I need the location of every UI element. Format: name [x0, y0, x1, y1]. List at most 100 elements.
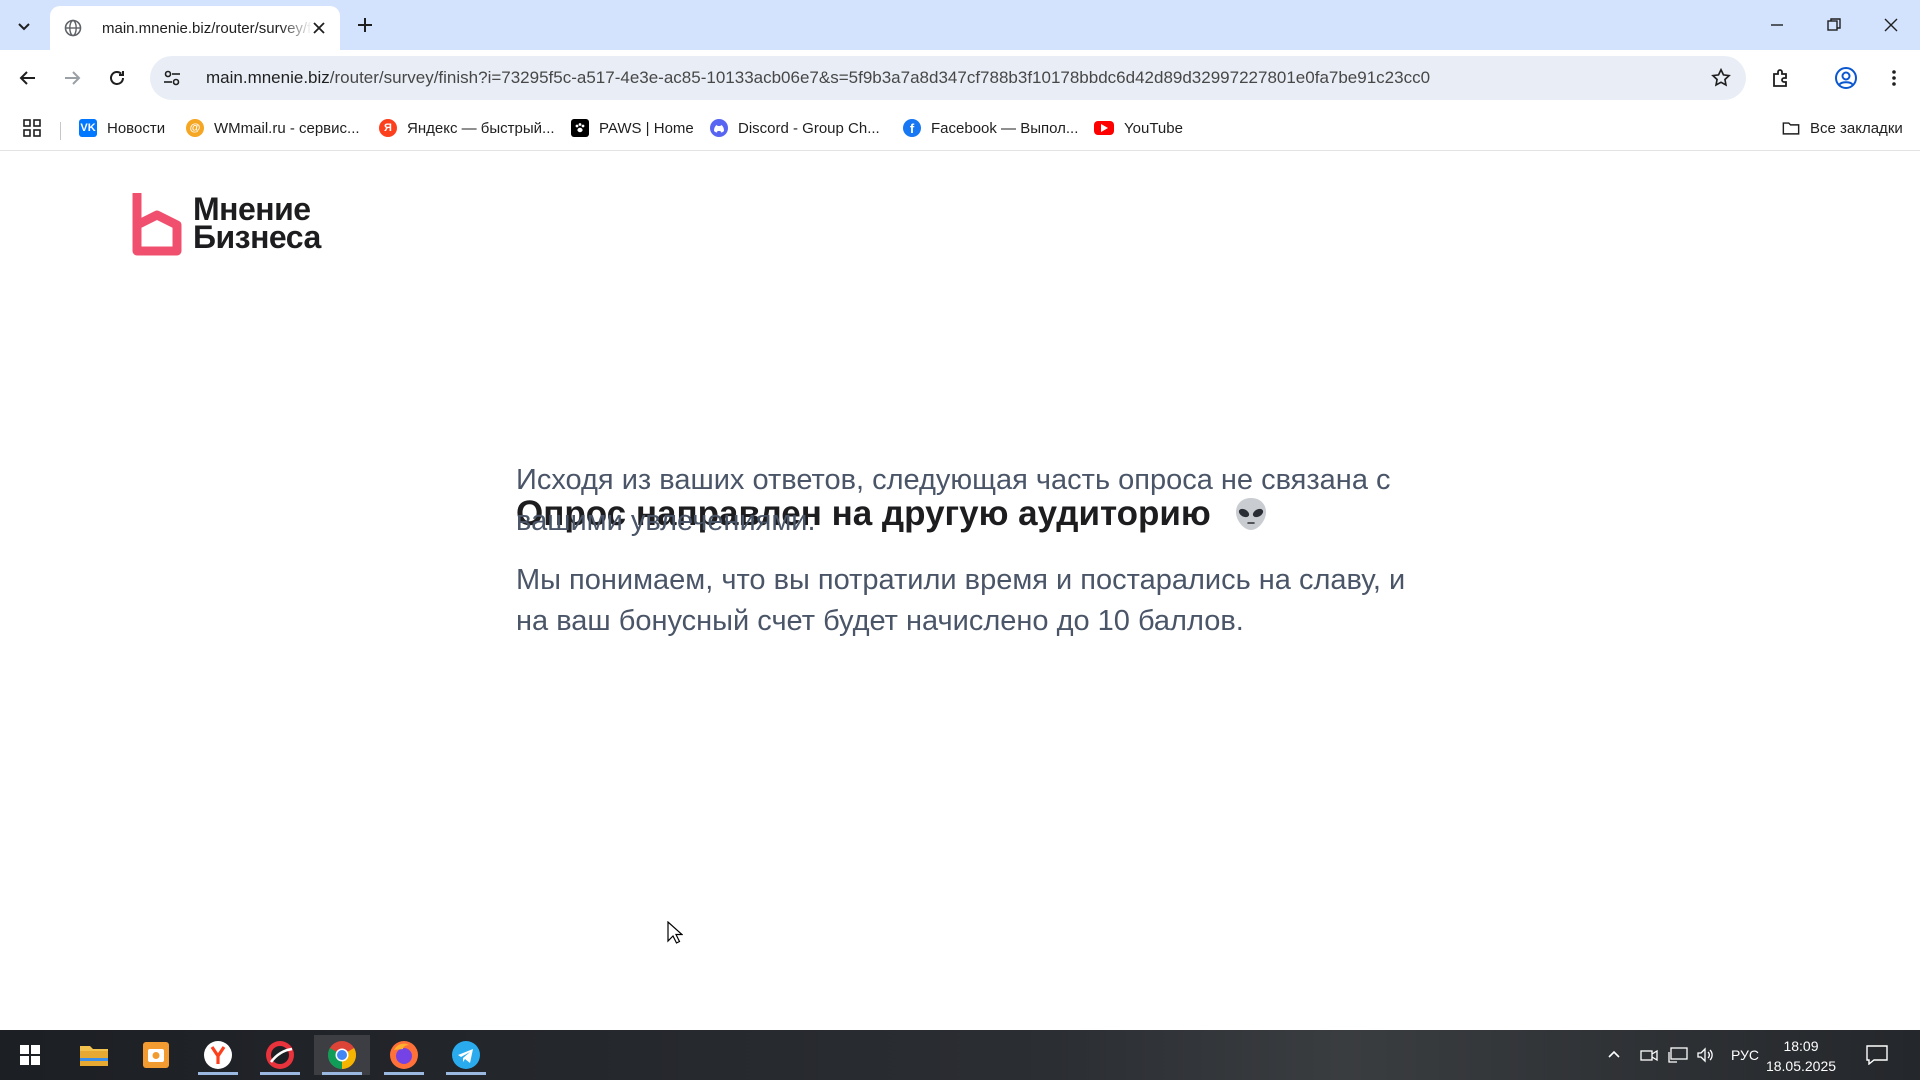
globe-icon — [64, 19, 82, 37]
tab-active[interactable]: main.mnenie.biz/router/survey/finish — [50, 6, 340, 50]
running-indicator — [446, 1072, 486, 1075]
mouse-cursor-icon — [667, 921, 683, 944]
profile-button[interactable] — [1832, 64, 1860, 92]
taskbar-telegram[interactable] — [438, 1035, 494, 1075]
url-text: main.mnenie.biz/router/survey/finish?i=7… — [206, 68, 1430, 88]
bookmark-vk[interactable]: VK Новости — [79, 116, 165, 140]
app-icon — [266, 1041, 294, 1069]
tab-search-button[interactable] — [8, 10, 40, 42]
apps-grid-icon — [23, 119, 41, 137]
running-indicator — [260, 1072, 300, 1075]
kebab-menu-icon — [1892, 70, 1896, 86]
bookmark-youtube[interactable]: YouTube — [1094, 116, 1183, 140]
plus-icon — [358, 18, 372, 32]
telegram-icon — [452, 1041, 480, 1069]
bookmark-discord[interactable]: Discord - Group Ch... — [710, 116, 880, 140]
tray-volume[interactable] — [1696, 1030, 1716, 1080]
tray-network[interactable] — [1668, 1030, 1688, 1080]
taskbar-file-explorer[interactable] — [66, 1035, 122, 1075]
forward-button[interactable] — [58, 64, 86, 92]
vk-icon: VK — [79, 119, 97, 137]
arrow-left-icon — [19, 71, 35, 85]
bookmark-wmmail[interactable]: @ WMmail.ru - сервис... — [186, 116, 360, 140]
youtube-icon — [1094, 121, 1114, 135]
camera-icon — [143, 1042, 169, 1068]
arrow-right-icon — [65, 71, 81, 85]
bookmark-label: Новости — [107, 119, 166, 137]
taskbar: РУС 18:09 18.05.2025 — [0, 1030, 1920, 1080]
logo[interactable]: Мнение Бизнеса — [127, 189, 321, 257]
start-button[interactable] — [2, 1035, 58, 1075]
account-icon — [1835, 67, 1857, 89]
windows-icon — [20, 1045, 40, 1065]
url-path: /router/survey/finish?i=73295f5c-a517-4e… — [329, 68, 1431, 87]
show-hidden-icons-button[interactable] — [1606, 1030, 1622, 1080]
reload-icon — [110, 71, 124, 85]
taskbar-opera[interactable] — [252, 1035, 308, 1075]
all-bookmarks-label: Все закладки — [1810, 119, 1903, 137]
speaker-icon — [1697, 1047, 1713, 1063]
minimize-icon — [1771, 24, 1783, 26]
firefox-icon — [390, 1041, 418, 1069]
tab-strip: main.mnenie.biz/router/survey/finish — [0, 0, 1920, 50]
address-bar[interactable]: main.mnenie.biz/router/survey/finish?i=7… — [150, 56, 1746, 100]
extensions-button[interactable] — [1767, 64, 1795, 92]
clock-date: 18.05.2025 — [1765, 1058, 1837, 1074]
description-paragraph-2: Мы понимаем, что вы потратили время и по… — [516, 564, 1406, 637]
tray-language[interactable]: РУС — [1731, 1030, 1759, 1080]
chrome-icon — [328, 1041, 356, 1069]
bookmark-label: YouTube — [1124, 119, 1183, 137]
taskbar-yandex-browser[interactable] — [190, 1035, 246, 1075]
bookmark-label: Facebook — Выпол... — [931, 119, 1079, 137]
paws-icon — [571, 119, 589, 137]
taskbar-chrome[interactable] — [314, 1035, 370, 1075]
bookmark-label: Яндекс — быстрый... — [407, 119, 555, 137]
new-tab-button[interactable] — [353, 13, 377, 37]
notifications-button[interactable] — [1866, 1030, 1888, 1080]
bookmark-label: Discord - Group Ch... — [738, 119, 880, 137]
notification-icon — [1866, 1045, 1888, 1065]
tray-meet-now[interactable] — [1640, 1030, 1658, 1080]
bookmark-label: PAWS | Home — [599, 119, 694, 137]
taskbar-screenshot-app[interactable] — [128, 1035, 184, 1075]
description-paragraph-1: Исходя из ваших ответов, следующая часть… — [516, 464, 1391, 537]
logo-text: Мнение Бизнеса — [193, 193, 321, 253]
reload-button[interactable] — [103, 64, 131, 92]
page-content: Мнение Бизнеса Опрос направлен на другую… — [0, 151, 1920, 1030]
apps-button[interactable] — [22, 116, 42, 140]
restore-icon — [1827, 18, 1841, 31]
running-indicator — [384, 1072, 424, 1075]
running-indicator — [322, 1072, 362, 1075]
puzzle-icon — [1773, 69, 1787, 87]
running-indicator — [198, 1072, 238, 1075]
bookmark-label: WMmail.ru - сервис... — [214, 119, 360, 137]
logo-mark-icon — [132, 193, 182, 256]
yandex-browser-icon — [204, 1041, 232, 1069]
close-icon[interactable] — [310, 19, 328, 37]
bookmark-paws[interactable]: PAWS | Home — [571, 116, 694, 140]
yandex-icon: Я — [379, 119, 397, 137]
back-button[interactable] — [14, 64, 42, 92]
camera-icon — [1640, 1049, 1658, 1062]
clock-time: 18:09 — [1783, 1038, 1819, 1054]
menu-button[interactable] — [1880, 64, 1908, 92]
folder-icon — [80, 1046, 108, 1066]
browser-toolbar: main.mnenie.biz/router/survey/finish?i=7… — [0, 50, 1920, 106]
discord-icon — [710, 119, 728, 137]
chevron-down-icon — [18, 23, 30, 31]
bookmarks-divider — [60, 122, 61, 140]
network-icon — [1668, 1047, 1688, 1063]
all-bookmarks-button[interactable]: Все закладки — [1782, 116, 1903, 140]
facebook-icon: f — [903, 119, 921, 137]
folder-icon — [1782, 119, 1800, 137]
site-settings-icon[interactable] — [162, 68, 182, 88]
restore-button[interactable] — [1821, 12, 1847, 38]
chevron-up-icon — [1608, 1050, 1620, 1058]
bookmark-yandex[interactable]: Я Яндекс — быстрый... — [379, 116, 555, 140]
close-window-button[interactable] — [1878, 12, 1904, 38]
tray-clock[interactable]: 18:09 18.05.2025 — [1756, 1036, 1846, 1076]
taskbar-firefox[interactable] — [376, 1035, 432, 1075]
bookmark-facebook[interactable]: f Facebook — Выпол... — [903, 116, 1078, 140]
bookmark-star-icon[interactable] — [1710, 67, 1732, 89]
minimize-button[interactable] — [1764, 12, 1790, 38]
